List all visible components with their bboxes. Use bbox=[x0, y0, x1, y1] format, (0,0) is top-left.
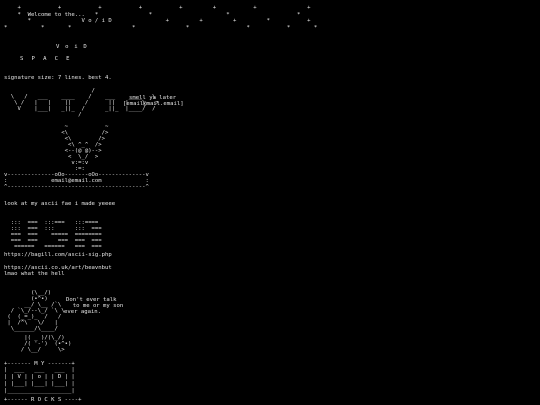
header-star-line-4: * * * * * * * * bbox=[4, 25, 318, 31]
look-text: look at my ascii fae i made yeeee bbox=[4, 201, 116, 207]
sig-contact-email: [email@mail.email] bbox=[123, 101, 184, 107]
beaver-caption-line: ever again. bbox=[64, 309, 102, 315]
header-star-line-1: + + + + + + + + bbox=[4, 5, 311, 11]
my-void-line: |___________________| bbox=[4, 388, 75, 394]
space-title: S P A C E bbox=[20, 56, 72, 62]
beaver-art-line: / \__/ \> bbox=[4, 347, 65, 353]
email-box-bottom: ^---------------------------------------… bbox=[4, 184, 149, 190]
my-void-line: | ___ ___ ___ | bbox=[4, 367, 75, 373]
my-void-line: | | V | | o | | D | | bbox=[4, 374, 75, 380]
link-ascii-sig[interactable]: https://bagill.com/ascii-sig.php bbox=[4, 252, 112, 258]
lmao-text: lmao what the hell bbox=[4, 271, 65, 277]
my-void-line: | |___| |___| |___| | bbox=[4, 381, 75, 387]
my-void-line: +------ R O C K S ----+ bbox=[4, 397, 82, 403]
ascii-document: + + + + + + + + * Welcome to the... * * … bbox=[0, 0, 540, 405]
void-title: V o i D bbox=[56, 44, 88, 50]
block-art-line: ====== ====== === === bbox=[4, 244, 102, 250]
beaver-art-line: \______/\____/ bbox=[4, 326, 58, 332]
signature-note: signature size: 7 lines. best 4. bbox=[4, 75, 112, 81]
header-star-line-3: * V o / i D + + + * + bbox=[4, 18, 311, 24]
sig-art-line: / bbox=[4, 112, 82, 118]
